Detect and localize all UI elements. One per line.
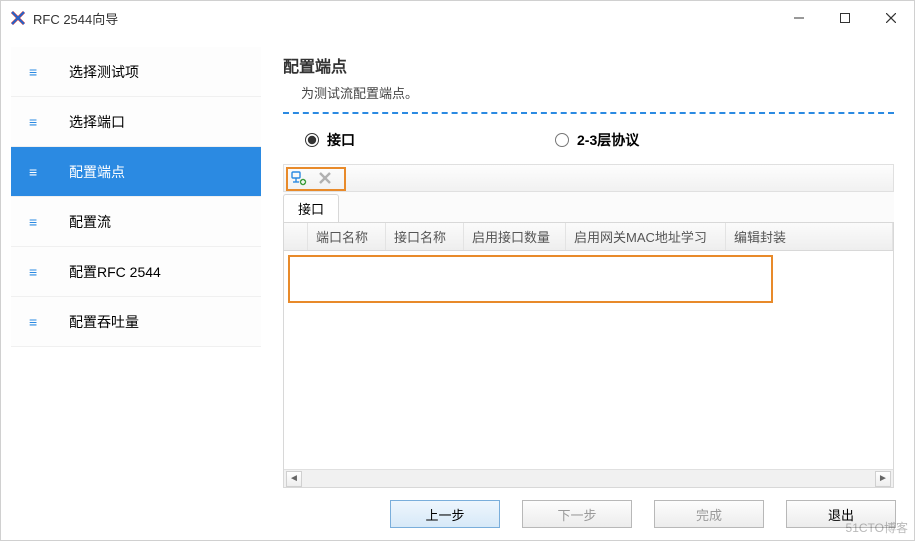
sidebar-item-ports[interactable]: ≡ 选择端口 [11, 97, 261, 147]
col-port-name[interactable]: 端口名称 [308, 223, 386, 250]
sidebar-item-label: 配置吞吐量 [69, 312, 139, 332]
watermark: 51CTO博客 [846, 519, 908, 536]
delete-button[interactable] [316, 169, 334, 187]
sidebar-item-endpoints[interactable]: ≡ 配置端点 [11, 147, 261, 197]
tab-strip: 接口 [283, 192, 894, 222]
col-mac-learning[interactable]: 启用网关MAC地址学习 [566, 223, 726, 250]
page-subtitle: 为测试流配置端点。 [301, 83, 894, 102]
sidebar-item-throughput[interactable]: ≡ 配置吞吐量 [11, 297, 261, 347]
menu-icon: ≡ [29, 214, 47, 230]
col-interface-count[interactable]: 启用接口数量 [464, 223, 566, 250]
tab-interface[interactable]: 接口 [283, 194, 339, 222]
radio-group: 接口 2-3层协议 [283, 130, 894, 150]
next-button[interactable]: 下一步 [522, 500, 632, 528]
sidebar-item-tests[interactable]: ≡ 选择测试项 [11, 47, 261, 97]
radio-l23[interactable]: 2-3层协议 [555, 130, 639, 150]
maximize-button[interactable] [822, 2, 868, 34]
col-selector[interactable] [284, 223, 308, 250]
scroll-right-icon[interactable]: ► [875, 471, 891, 487]
titlebar: RFC 2544向导 [1, 1, 914, 35]
menu-icon: ≡ [29, 64, 47, 80]
window-title: RFC 2544向导 [33, 9, 118, 28]
sidebar-item-label: 选择端口 [69, 112, 125, 132]
highlight-box [288, 255, 773, 303]
sidebar: ≡ 选择测试项 ≡ 选择端口 ≡ 配置端点 ≡ 配置流 ≡ 配置RFC 2544… [11, 47, 261, 488]
main-panel: 配置端点 为测试流配置端点。 接口 2-3层协议 [261, 47, 904, 488]
col-edit-encap[interactable]: 编辑封装 [726, 223, 893, 250]
minimize-button[interactable] [776, 2, 822, 34]
app-icon [9, 9, 27, 27]
page-title: 配置端点 [283, 53, 894, 77]
sidebar-item-label: 配置流 [69, 212, 111, 232]
sidebar-item-streams[interactable]: ≡ 配置流 [11, 197, 261, 247]
grid-toolbar [283, 164, 894, 192]
prev-button[interactable]: 上一步 [390, 500, 500, 528]
sidebar-item-label: 配置端点 [69, 162, 125, 182]
data-grid: 端口名称 接口名称 启用接口数量 启用网关MAC地址学习 编辑封装 ◄ ► [283, 222, 894, 488]
wizard-window: RFC 2544向导 ≡ 选择测试项 ≡ 选择端口 ≡ 配置端点 ≡ 配置流 [0, 0, 915, 541]
radio-label: 2-3层协议 [577, 130, 639, 150]
finish-button[interactable]: 完成 [654, 500, 764, 528]
grid-header: 端口名称 接口名称 启用接口数量 启用网关MAC地址学习 编辑封装 [284, 223, 893, 251]
separator [283, 112, 894, 114]
menu-icon: ≡ [29, 264, 47, 280]
radio-interface-input[interactable] [305, 133, 319, 147]
sidebar-item-rfc2544[interactable]: ≡ 配置RFC 2544 [11, 247, 261, 297]
footer: 上一步 下一步 完成 退出 [1, 488, 914, 540]
horizontal-scrollbar[interactable]: ◄ ► [284, 469, 893, 487]
sidebar-item-label: 配置RFC 2544 [69, 262, 161, 282]
radio-l23-input[interactable] [555, 133, 569, 147]
col-interface-name[interactable]: 接口名称 [386, 223, 464, 250]
radio-interface[interactable]: 接口 [305, 130, 355, 150]
tab-label: 接口 [298, 202, 324, 217]
scroll-left-icon[interactable]: ◄ [286, 471, 302, 487]
menu-icon: ≡ [29, 314, 47, 330]
add-interface-button[interactable] [290, 169, 308, 187]
content-area: ≡ 选择测试项 ≡ 选择端口 ≡ 配置端点 ≡ 配置流 ≡ 配置RFC 2544… [1, 35, 914, 488]
grid-body[interactable] [284, 251, 893, 469]
radio-label: 接口 [327, 130, 355, 150]
window-controls [776, 2, 914, 34]
close-button[interactable] [868, 2, 914, 34]
sidebar-item-label: 选择测试项 [69, 62, 139, 82]
menu-icon: ≡ [29, 164, 47, 180]
menu-icon: ≡ [29, 114, 47, 130]
